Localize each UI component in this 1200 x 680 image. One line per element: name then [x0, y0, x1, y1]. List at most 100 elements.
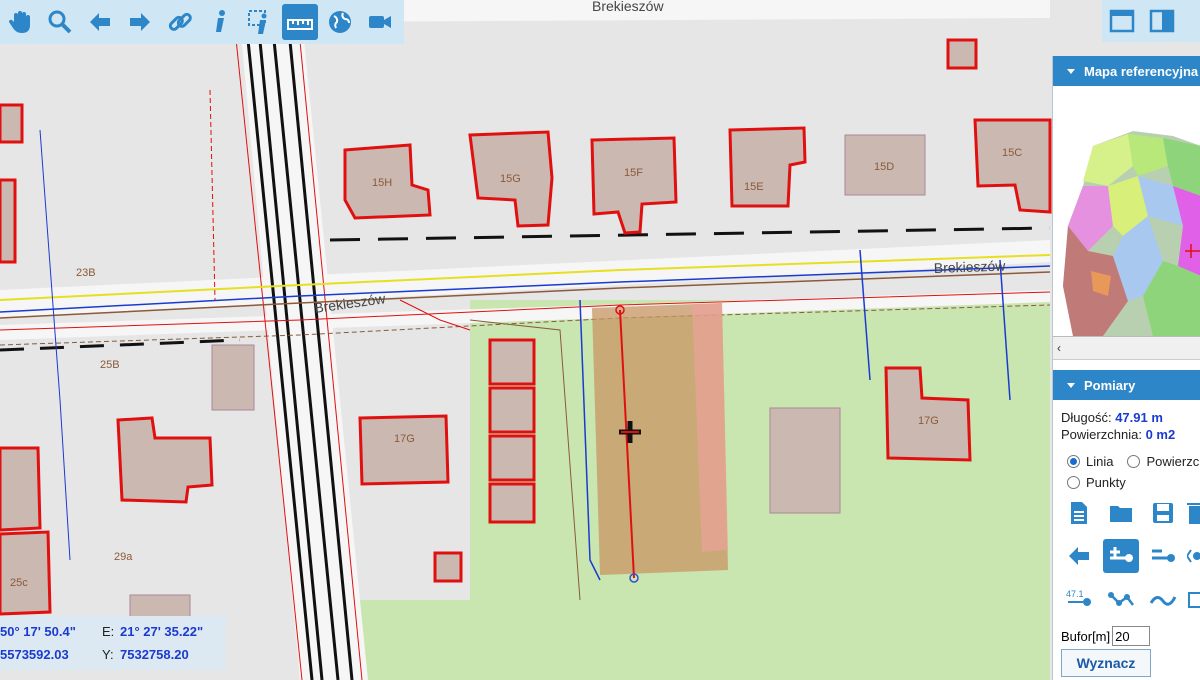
info-area-icon [248, 10, 267, 34]
measure-tool-button[interactable] [282, 4, 318, 40]
delete-button[interactable] [1187, 496, 1200, 530]
save-button[interactable] [1145, 496, 1181, 530]
latitude-value: 50° 17' 50.4" [0, 624, 76, 639]
layout-split-button[interactable] [1144, 3, 1180, 39]
add-point-icon [1110, 547, 1133, 562]
ruler-icon [287, 19, 313, 30]
globe-icon [329, 11, 351, 33]
radio-selected-icon [1067, 455, 1080, 468]
longitude-label: E: [102, 624, 115, 639]
longitude-value: 21° 27' 35.22" [120, 624, 204, 639]
length-value: 47.91 m [1115, 410, 1163, 425]
video-button[interactable] [362, 4, 398, 40]
chevron-left-icon[interactable]: ‹ [1057, 341, 1061, 355]
length-label: Długość: [1061, 410, 1112, 425]
reference-map-scrollbar[interactable]: ‹ [1053, 337, 1200, 360]
utility-line [209, 89, 216, 301]
measure-title: Pomiary [1084, 377, 1136, 393]
curve-icon [1149, 596, 1177, 606]
building [488, 482, 536, 524]
reference-map[interactable] [1053, 86, 1200, 337]
building [946, 38, 978, 70]
curve-button[interactable] [1145, 582, 1181, 616]
window-icon [1109, 9, 1135, 33]
polyline-button[interactable] [1103, 582, 1139, 616]
undo-button[interactable] [1061, 539, 1097, 573]
coordinates-readout: 50° 17' 50.4" E: 21° 27' 35.22" 5573592.… [0, 616, 226, 670]
globe-button[interactable] [322, 4, 358, 40]
street-label: Brekieszów [592, 0, 664, 14]
link-icon [168, 12, 192, 31]
buffer-row: Bufor[m] [1061, 626, 1151, 646]
label-length-icon: 47.1 [1066, 589, 1091, 606]
parcel-label: 23B [76, 267, 96, 279]
parcel-label: 25B [100, 359, 120, 371]
building [116, 416, 214, 504]
move-point-button[interactable] [1187, 539, 1200, 573]
compute-button[interactable]: Wyznacz [1061, 649, 1151, 677]
building [358, 414, 450, 486]
buffer-label: Bufor[m] [1061, 628, 1111, 644]
parcel-label: 15H [372, 177, 392, 189]
area-label: Powierzchnia: [1061, 427, 1142, 442]
map-toolbar [0, 0, 404, 44]
measure-header[interactable]: Pomiary [1053, 370, 1200, 400]
info-button[interactable] [202, 4, 238, 40]
layout-full-button[interactable] [1104, 3, 1140, 39]
mode-points-radio[interactable]: Punkty [1067, 475, 1200, 490]
link-button[interactable] [162, 4, 198, 40]
parcel-label: 17G [918, 415, 939, 427]
pan-tool-button[interactable] [2, 4, 38, 40]
layout-toolbar [1102, 0, 1200, 42]
document-icon [1071, 502, 1087, 524]
radio-icon [1127, 455, 1141, 468]
back-button[interactable] [82, 4, 118, 40]
arrow-left-icon [90, 13, 110, 31]
mode-line-radio[interactable]: Linia [1067, 454, 1113, 469]
y-coordinate-value: 7532758.20 [120, 647, 189, 662]
folder-icon [1110, 506, 1132, 522]
hand-icon [8, 11, 30, 33]
label-length-button[interactable]: 47.1 [1061, 582, 1097, 616]
parcel-label: 25c [10, 577, 28, 589]
mode-line-label: Linia [1086, 454, 1114, 469]
building [973, 118, 1052, 214]
building [0, 446, 42, 532]
y-coordinate-label: Y: [102, 647, 114, 662]
remove-point-button[interactable] [1145, 539, 1181, 573]
polyline-icon [1108, 592, 1134, 606]
refmap-header[interactable]: Mapa referencyjna [1053, 56, 1200, 86]
street-label: Brekieszów [934, 257, 1007, 276]
mode-points-label: Punkty [1086, 475, 1126, 490]
label-length-text: 47.1 [1066, 589, 1084, 599]
forward-button[interactable] [122, 4, 158, 40]
area-row: Powierzchnia: 0 m2 [1053, 427, 1200, 442]
buffer-input[interactable] [1112, 626, 1151, 646]
trash-icon [1187, 503, 1200, 524]
zoom-tool-button[interactable] [42, 4, 78, 40]
info-area-button[interactable] [242, 4, 278, 40]
parcel-label: 15C [1002, 147, 1022, 159]
box-button[interactable] [1187, 582, 1200, 616]
split-view-icon [1149, 9, 1175, 33]
open-folder-button[interactable] [1103, 496, 1139, 530]
building [433, 551, 463, 583]
zoom-icon [48, 10, 72, 34]
map-canvas[interactable]: Brekieszów Brekieszów Brekieszów 15H 15G… [0, 0, 1200, 680]
parcel-label: 15D [874, 161, 894, 173]
area-value: 0 m2 [1145, 427, 1176, 442]
building [0, 530, 52, 616]
building [0, 178, 17, 264]
length-row: Długość: 47.91 m [1053, 410, 1200, 425]
reference-map-image [1053, 86, 1200, 336]
parcel-label: 29a [114, 551, 133, 563]
road-band [300, 0, 1050, 22]
collapse-triangle-icon [1067, 382, 1075, 388]
mode-area-radio[interactable]: Powierzchnia [1127, 454, 1200, 469]
parcel-label: 15G [500, 173, 521, 185]
utility-line [39, 129, 71, 561]
arrow-left-icon [1069, 547, 1089, 565]
mode-area-label: Powierzchnia [1146, 454, 1200, 469]
add-point-button[interactable] [1103, 539, 1139, 573]
new-document-button[interactable] [1061, 496, 1097, 530]
